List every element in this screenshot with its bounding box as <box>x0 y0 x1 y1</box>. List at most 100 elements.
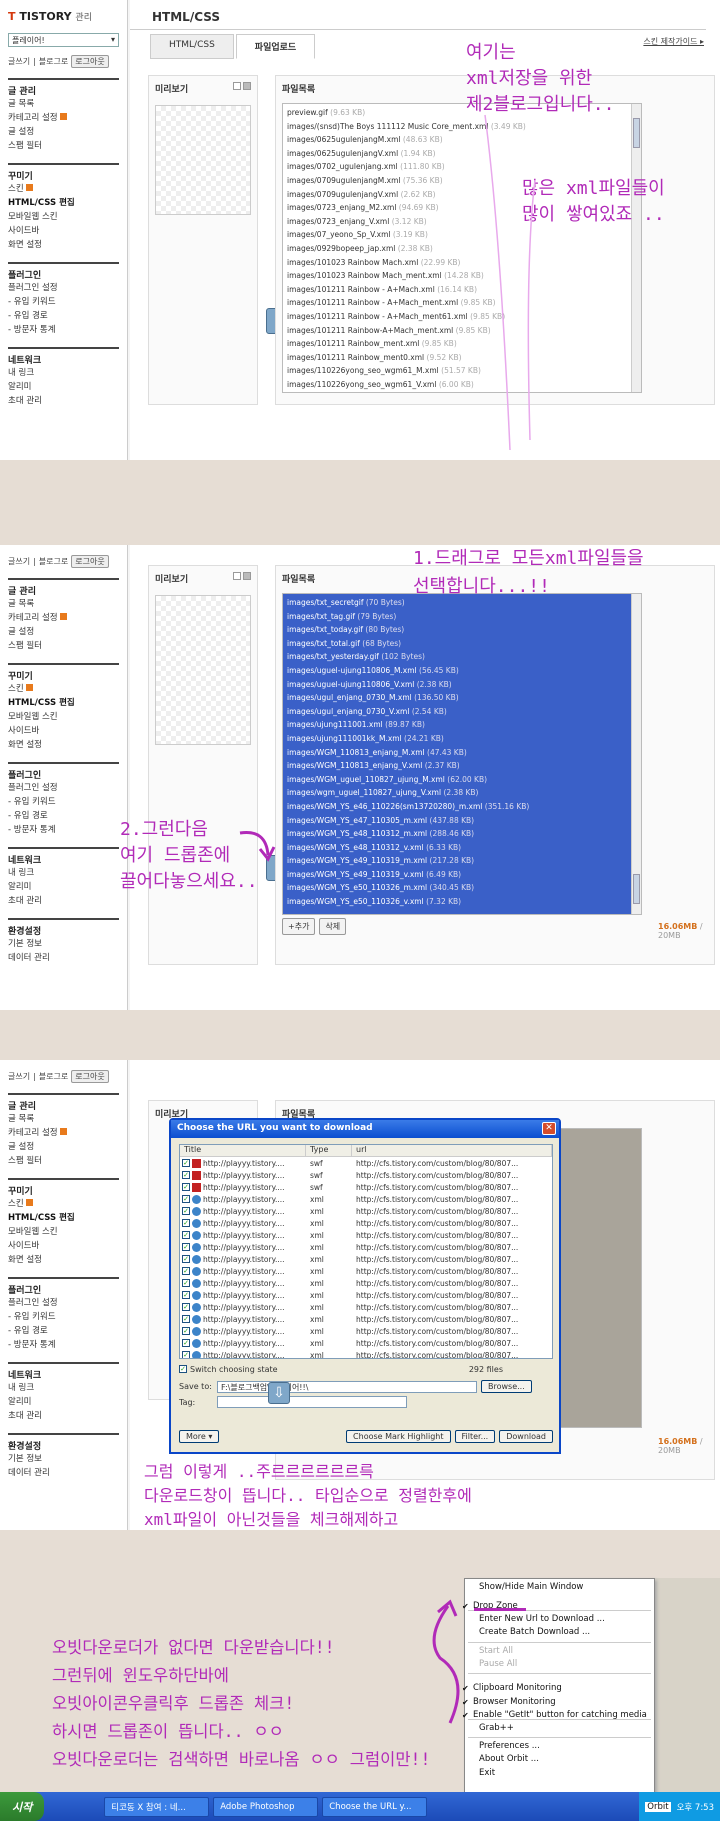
sidebar-item[interactable]: 기본 정보 <box>8 937 119 951</box>
sidebar-item[interactable]: 플러그인 설정 <box>8 781 119 795</box>
sidebar-item[interactable]: - 유입 경로 <box>8 809 119 823</box>
sidebar-item[interactable]: 글 목록 <box>8 597 119 611</box>
file-row[interactable]: images/101211 Rainbow-A+Mach_ment.xml (9… <box>287 324 637 338</box>
checkbox-icon[interactable]: ✓ <box>182 1159 190 1167</box>
start-button[interactable]: 시작 <box>0 1792 45 1821</box>
sidebar-item[interactable]: - 유입 경로 <box>8 1324 119 1338</box>
sidebar-item[interactable]: 내 링크 <box>8 1381 119 1395</box>
file-row[interactable]: images/101211 Rainbow_ment.xml (9.85 KB) <box>287 337 637 351</box>
scroll-thumb[interactable] <box>633 874 640 904</box>
menu-item[interactable]: Clipboard Monitoring <box>459 1682 648 1696</box>
taskbar-item[interactable]: 티코동 X 참여 : 네... <box>104 1796 210 1817</box>
sidebar-item[interactable]: 스킨 <box>8 182 119 196</box>
write-link[interactable]: 글쓰기 <box>8 556 30 567</box>
sidebar-item[interactable]: 내 링크 <box>8 866 119 880</box>
col-title[interactable]: Title <box>180 1145 306 1156</box>
checkbox-icon[interactable]: ✓ <box>182 1291 190 1299</box>
menu-item[interactable]: Create Batch Download ... <box>465 1626 654 1639</box>
table-row[interactable]: ✓ http://playyy.tistory.... xml http://cfs.… <box>180 1229 552 1241</box>
sidebar-item[interactable]: 데이터 관리 <box>8 1466 119 1480</box>
file-row[interactable]: images/101023 Rainbow Mach_ment.xml (14.… <box>287 269 637 283</box>
menu-item[interactable]: Enable "GetIt" button for catching media <box>459 1709 648 1723</box>
write-link[interactable]: 글쓰기 <box>8 1071 30 1082</box>
table-row[interactable]: ✓ http://playyy.tistory.... xml http://cfs.… <box>180 1313 552 1325</box>
file-row[interactable]: images/txt_tag.gif (79 Bytes) <box>287 610 637 624</box>
blog-link[interactable]: 블로그로 <box>39 1071 68 1082</box>
sidebar-item[interactable]: 카테고리 설정 <box>8 111 119 125</box>
file-row[interactable]: images/0702_ugulenjang.xml (111.80 KB) <box>287 160 637 174</box>
sidebar-item[interactable]: 글 설정 <box>8 125 119 139</box>
sidebar-item[interactable]: - 유입 키워드 <box>8 1310 119 1324</box>
checkbox-icon[interactable]: ✓ <box>182 1231 190 1239</box>
switch-choosing-state[interactable]: ✓ Switch choosing state <box>179 1365 278 1374</box>
checkbox-icon[interactable]: ✓ <box>182 1315 190 1323</box>
checkbox-icon[interactable]: ✓ <box>182 1207 190 1215</box>
checkbox-icon[interactable]: ✓ <box>179 1365 187 1373</box>
file-row[interactable]: images/0625ugulenjangM.xml (48.63 KB) <box>287 133 637 147</box>
menu-item[interactable]: Preferences ... <box>465 1740 654 1753</box>
file-row[interactable]: images/uguel-ujung110806_M.xml (56.45 KB… <box>287 664 637 678</box>
tab-html-css[interactable]: HTML/CSS <box>150 34 234 59</box>
sidebar-item[interactable]: 화면 설정 <box>8 738 119 752</box>
checkbox-icon[interactable]: ✓ <box>182 1279 190 1287</box>
sidebar-item[interactable]: 화면 설정 <box>8 1253 119 1267</box>
sidebar-item[interactable]: 모바일웹 스킨 <box>8 210 119 224</box>
sidebar-item[interactable]: - 유입 경로 <box>8 309 119 323</box>
menu-item[interactable]: About Orbit ... <box>465 1753 654 1766</box>
sidebar-item[interactable]: 카테고리 설정 <box>8 1126 119 1140</box>
file-row[interactable]: images/WGM_110813_enjang_M.xml (47.43 KB… <box>287 746 637 760</box>
table-row[interactable]: ✓ http://playyy.tistory.... xml http://cfs.… <box>180 1241 552 1253</box>
logout-button[interactable]: 로그아웃 <box>71 55 109 68</box>
checkbox-icon[interactable]: ✓ <box>182 1303 190 1311</box>
file-row[interactable]: images/101211 Rainbow - A+Mach_ment61.xm… <box>287 310 637 324</box>
checkbox-icon[interactable] <box>243 572 251 580</box>
menu-item[interactable]: Show/Hide Main Window <box>465 1581 654 1594</box>
save-to-field[interactable]: F:\블로그백업\플레이어!!\ <box>217 1380 477 1393</box>
file-row[interactable]: images/uguel-ujung110806_V.xml (2.38 KB) <box>287 678 637 692</box>
table-row[interactable]: ✓ http://playyy.tistory.... xml http://cfs.… <box>180 1193 552 1205</box>
sidebar-item[interactable]: 화면 설정 <box>8 238 119 252</box>
sidebar-item[interactable]: 알리미 <box>8 880 119 894</box>
sidebar-item[interactable]: 모바일웹 스킨 <box>8 710 119 724</box>
file-row[interactable]: images/WGM_YS_e50_110326_v.xml (7.32 KB) <box>287 895 637 909</box>
file-row[interactable]: images/WGM_YS_e46_110226(sm13720280)_m.x… <box>287 800 637 814</box>
sidebar-item[interactable]: 플러그인 설정 <box>8 281 119 295</box>
preview-toggles[interactable] <box>233 82 251 90</box>
checkbox-icon[interactable]: ✓ <box>182 1195 190 1203</box>
delete-button[interactable]: 삭제 <box>319 918 347 935</box>
table-row[interactable]: ✓ http://playyy.tistory.... xml http://cfs.… <box>180 1349 552 1358</box>
file-row[interactable]: images/0929bopeep_jap.xml (2.38 KB) <box>287 242 637 256</box>
choose-mark-highlight-button[interactable]: Choose Mark Highlight <box>346 1430 451 1443</box>
blog-link[interactable]: 블로그로 <box>39 56 68 67</box>
skin-guide-link[interactable]: 스킨 제작가이드 ▸ <box>643 36 704 47</box>
file-row[interactable]: images/110305yongseoWgm62_M.xml (90.68 K… <box>287 391 637 392</box>
file-row[interactable]: images/txt_yesterday.gif (102 Bytes) <box>287 650 637 664</box>
table-row[interactable]: ✓ http://playyy.tistory.... xml http://cfs.… <box>180 1217 552 1229</box>
sidebar-item[interactable]: 모바일웹 스킨 <box>8 1225 119 1239</box>
sidebar-item[interactable]: 스팸 필터 <box>8 1154 119 1168</box>
file-row[interactable]: images/ujung111001.xml (89.87 KB) <box>287 718 637 732</box>
logout-button[interactable]: 로그아웃 <box>71 1070 109 1083</box>
file-row[interactable]: images/WGM_110813_enjang_V.xml (2.37 KB) <box>287 759 637 773</box>
table-row[interactable]: ✓ http://playyy.tistory.... swf http://cfs.… <box>180 1181 552 1193</box>
download-button[interactable]: Download <box>499 1430 553 1443</box>
checkbox-icon[interactable]: ✓ <box>182 1255 190 1263</box>
table-row[interactable]: ✓ http://playyy.tistory.... xml http://cfs.… <box>180 1325 552 1337</box>
checkbox-icon[interactable]: ✓ <box>182 1219 190 1227</box>
logout-button[interactable]: 로그아웃 <box>71 555 109 568</box>
sidebar-item[interactable]: 스킨 <box>8 682 119 696</box>
checkbox-icon[interactable] <box>233 572 241 580</box>
file-row[interactable]: images/101023 Rainbow Mach.xml (22.99 KB… <box>287 256 637 270</box>
file-row[interactable]: images/WGM_YS_e50_110326_m.xml (340.45 K… <box>287 881 637 895</box>
sidebar-item[interactable]: - 방문자 통계 <box>8 1338 119 1352</box>
blog-link[interactable]: 블로그로 <box>39 556 68 567</box>
filter-button[interactable]: Filter... <box>454 1430 496 1443</box>
file-row[interactable]: images/110226yong_seo_wgm61_V.xml (6.00 … <box>287 378 637 392</box>
menu-item[interactable]: Exit <box>465 1767 654 1780</box>
sidebar-item[interactable]: 초대 관리 <box>8 394 119 408</box>
checkbox-icon[interactable] <box>243 82 251 90</box>
sidebar-item-html-css[interactable]: HTML/CSS 편집 <box>8 196 119 210</box>
table-row[interactable]: ✓ http://playyy.tistory.... xml http://cfs.… <box>180 1205 552 1217</box>
more-button[interactable]: More ▾ <box>179 1430 220 1443</box>
taskbar-item[interactable]: Choose the URL y... <box>322 1796 428 1817</box>
